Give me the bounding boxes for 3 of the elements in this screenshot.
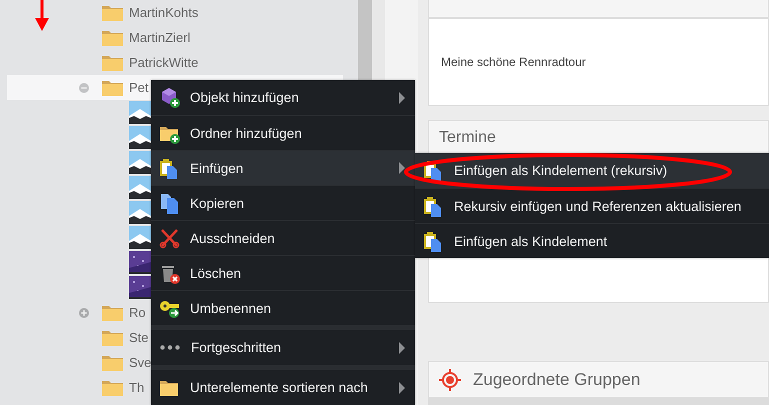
section-title: Zugeordnete Gruppen xyxy=(473,370,640,390)
description-text: Meine schöne Rennradtour xyxy=(441,55,586,69)
section-title: Termine xyxy=(439,129,496,147)
